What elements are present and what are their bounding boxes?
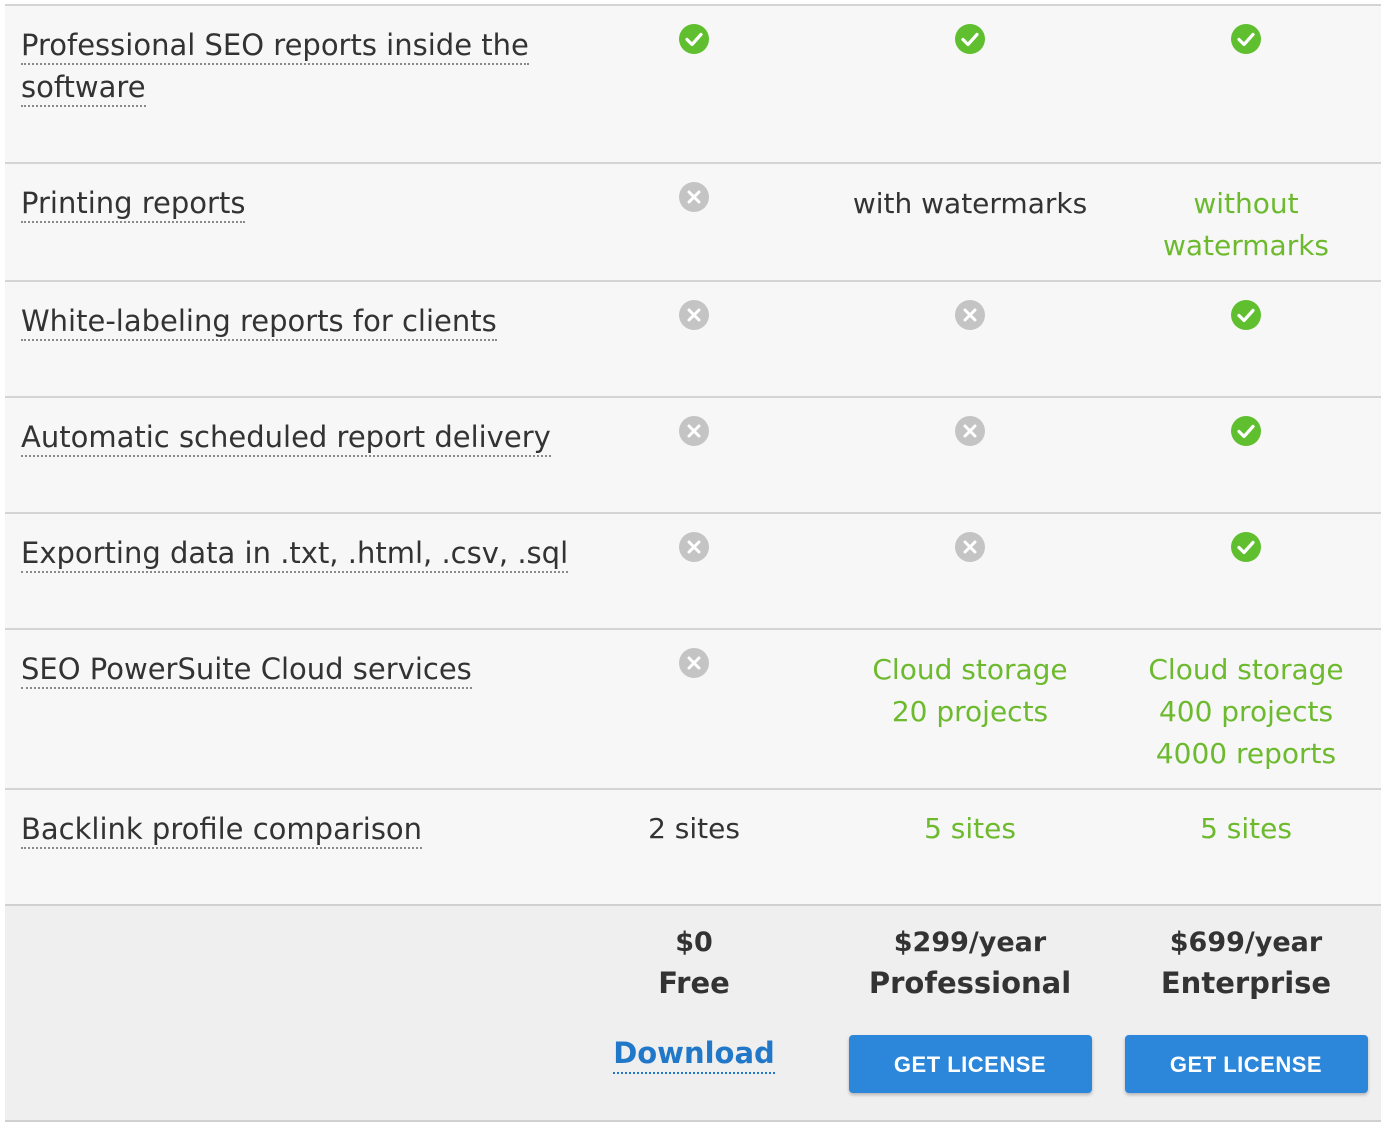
feature-name[interactable]: Professional SEO reports inside the soft…: [21, 28, 529, 107]
cross-icon: [678, 415, 710, 447]
cell-value: Cloud storage: [872, 653, 1068, 686]
feature-name[interactable]: Automatic scheduled report delivery: [21, 420, 551, 457]
cross-icon: [954, 531, 986, 563]
professional-cell: Cloud storage 20 projects: [832, 649, 1108, 733]
check-icon: [1230, 415, 1262, 447]
feature-row-scheduled-delivery: Automatic scheduled report delivery: [5, 396, 1381, 512]
cross-icon: [954, 299, 986, 331]
feature-label[interactable]: Backlink profile comparison: [21, 808, 581, 850]
plan-name: Professional: [868, 966, 1072, 1000]
cell-value: without: [1193, 187, 1299, 220]
feature-row-printing-reports: Printing reports with watermarks without…: [5, 162, 1381, 280]
cross-icon: [678, 181, 710, 213]
cell-value: 2 sites: [648, 812, 740, 845]
check-icon: [1230, 531, 1262, 563]
cell-value: 400 projects: [1158, 695, 1334, 728]
enterprise-cell: Cloud storage 400 projects 4000 reports: [1108, 649, 1384, 775]
feature-label[interactable]: SEO PowerSuite Cloud services: [21, 648, 581, 690]
feature-name[interactable]: White-labeling reports for clients: [21, 304, 497, 341]
plan-price: $299/year: [893, 927, 1047, 958]
enterprise-cell: 5 sites: [1108, 808, 1384, 850]
pricing-comparison-table: Professional SEO reports inside the soft…: [5, 4, 1381, 1122]
feature-label[interactable]: Printing reports: [21, 182, 581, 224]
plan-professional: $299/year Professional GET LICENSE: [832, 906, 1108, 1093]
free-cell: 2 sites: [556, 808, 832, 850]
cell-value: with watermarks: [852, 187, 1088, 220]
feature-name[interactable]: SEO PowerSuite Cloud services: [21, 652, 472, 689]
feature-row-exporting-data: Exporting data in .txt, .html, .csv, .sq…: [5, 512, 1381, 628]
feature-name[interactable]: Backlink profile comparison: [21, 812, 423, 849]
feature-row-white-labeling: White-labeling reports for clients: [5, 280, 1381, 396]
feature-label[interactable]: White-labeling reports for clients: [21, 300, 581, 342]
feature-name[interactable]: Printing reports: [21, 186, 246, 223]
cross-icon: [678, 647, 710, 679]
plan-name: Enterprise: [1160, 966, 1332, 1000]
cell-value: 20 projects: [891, 695, 1049, 728]
feature-name[interactable]: Exporting data in .txt, .html, .csv, .sq…: [21, 536, 569, 573]
check-icon: [954, 23, 986, 55]
check-icon: [1230, 23, 1262, 55]
cell-value: watermarks: [1162, 229, 1330, 262]
check-icon: [678, 23, 710, 55]
download-link[interactable]: Download: [613, 1034, 775, 1074]
feature-label[interactable]: Exporting data in .txt, .html, .csv, .sq…: [21, 532, 581, 574]
cell-value: Cloud storage: [1148, 653, 1344, 686]
feature-row-professional-seo-reports: Professional SEO reports inside the soft…: [5, 4, 1381, 162]
feature-label[interactable]: Automatic scheduled report delivery: [21, 416, 581, 458]
plan-name: Free: [658, 966, 730, 1000]
feature-row-backlink-comparison: Backlink profile comparison 2 sites 5 si…: [5, 788, 1381, 904]
professional-cell: with watermarks: [832, 183, 1108, 225]
check-icon: [1230, 299, 1262, 331]
plan-price: $0: [675, 927, 713, 958]
cross-icon: [954, 415, 986, 447]
cross-icon: [678, 299, 710, 331]
pricing-footer: $0 Free Download $299/year Professional …: [5, 904, 1381, 1122]
enterprise-cell: without watermarks: [1108, 183, 1384, 267]
get-license-professional-button[interactable]: GET LICENSE: [848, 1035, 1092, 1093]
plan-free: $0 Free Download: [556, 906, 832, 1074]
cell-value: 4000 reports: [1155, 737, 1337, 770]
cell-value: 5 sites: [924, 812, 1016, 845]
cross-icon: [678, 531, 710, 563]
cell-value: 5 sites: [1200, 812, 1292, 845]
plan-price: $699/year: [1169, 927, 1323, 958]
feature-row-cloud-services: SEO PowerSuite Cloud services Cloud stor…: [5, 628, 1381, 788]
plan-enterprise: $699/year Enterprise GET LICENSE: [1108, 906, 1384, 1093]
get-license-enterprise-button[interactable]: GET LICENSE: [1124, 1035, 1368, 1093]
feature-label[interactable]: Professional SEO reports inside the soft…: [21, 24, 581, 108]
professional-cell: 5 sites: [832, 808, 1108, 850]
